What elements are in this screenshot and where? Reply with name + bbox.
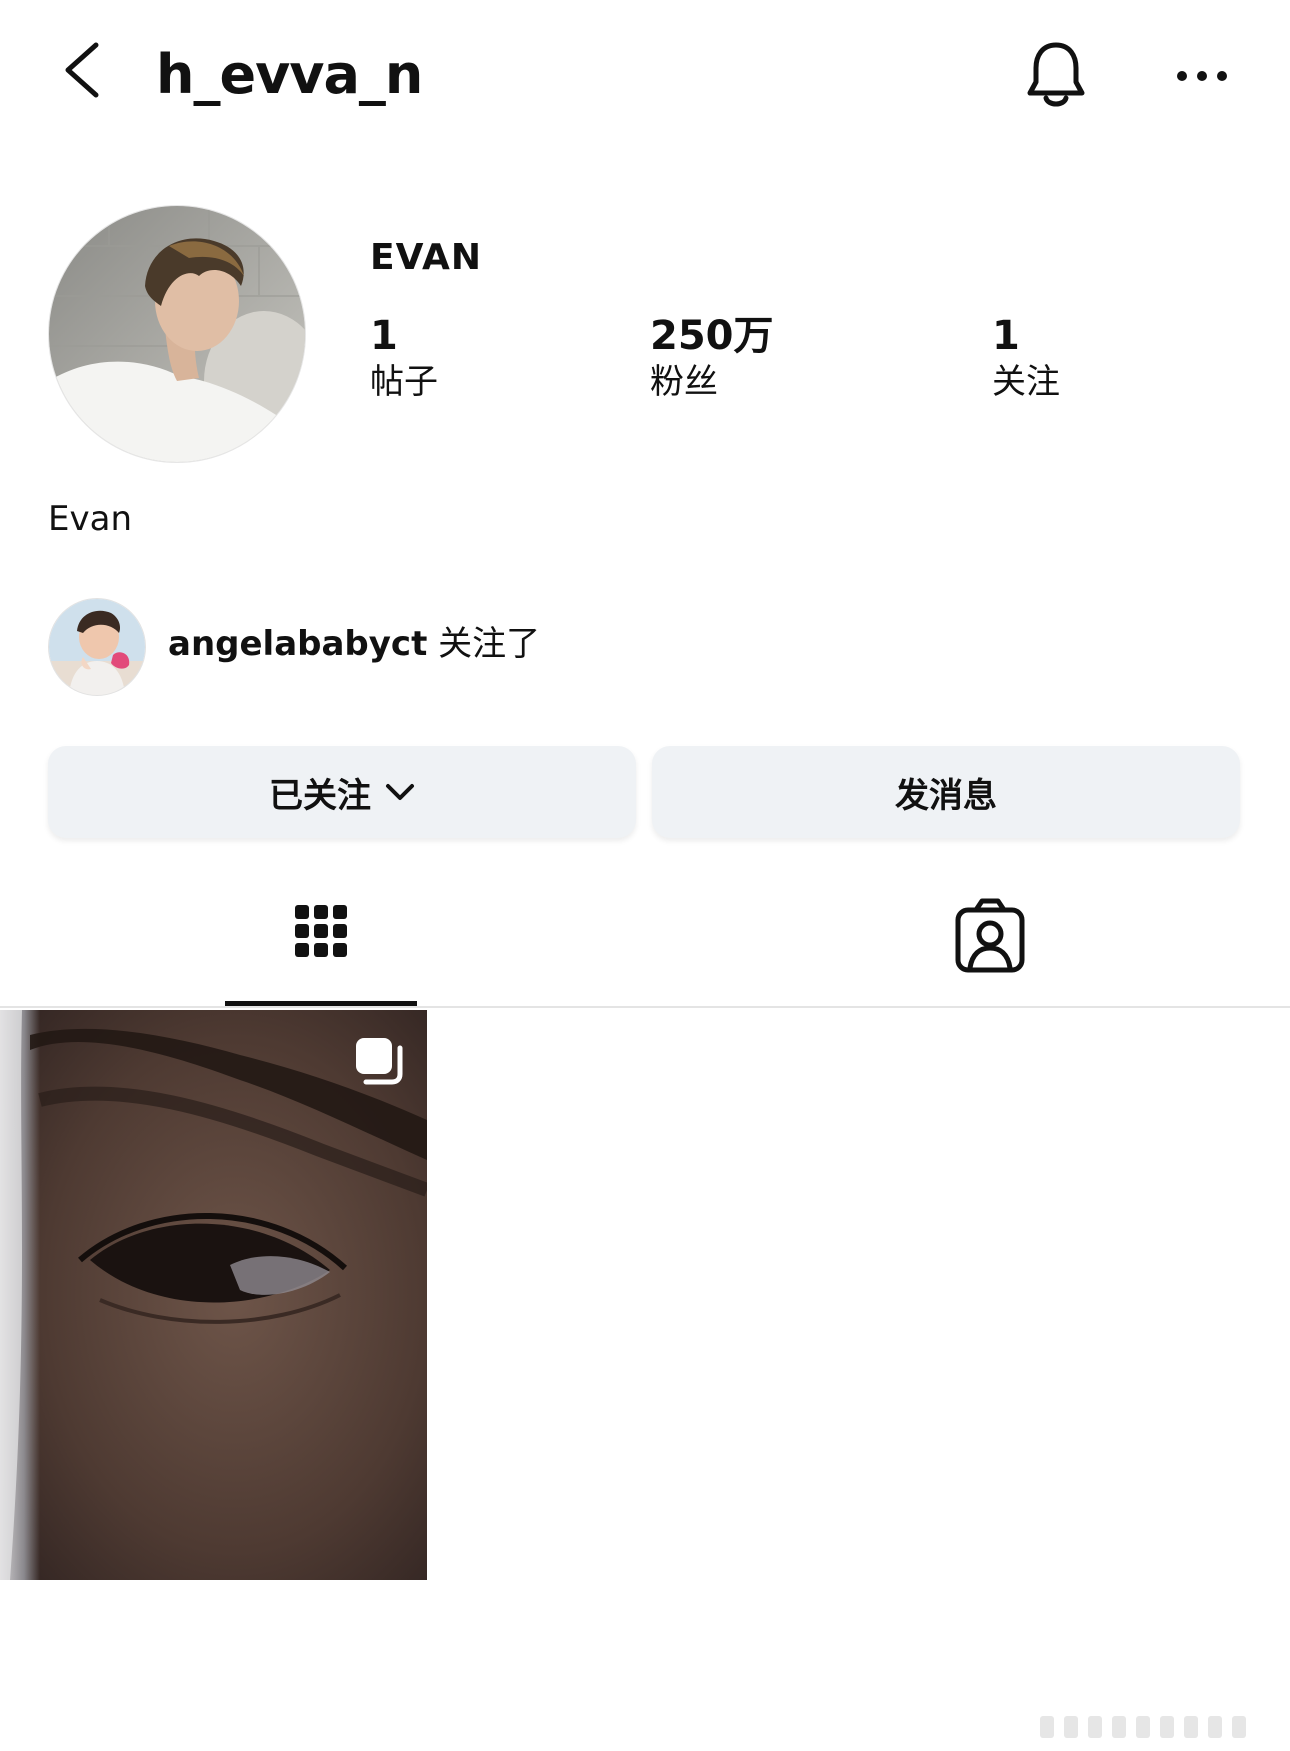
followed-by-avatar[interactable] xyxy=(48,598,146,696)
followers-stat[interactable]: 250万 粉丝 xyxy=(650,312,774,404)
tab-posts-grid[interactable] xyxy=(225,880,417,1008)
chevron-left-icon xyxy=(65,42,99,98)
more-horizontal-icon xyxy=(1177,71,1227,81)
post-thumbnail[interactable] xyxy=(0,1010,427,1580)
followed-by-suffix: 关注了 xyxy=(438,624,541,664)
following-button-label: 已关注 xyxy=(269,775,371,816)
followers-label: 粉丝 xyxy=(650,362,718,402)
bell-icon xyxy=(1027,42,1085,107)
posts-label: 帖子 xyxy=(370,362,438,402)
tab-tagged[interactable] xyxy=(896,880,1088,1008)
grid-icon xyxy=(295,905,347,957)
posts-stat[interactable]: 1 帖子 xyxy=(370,312,438,404)
display-name: EVAN xyxy=(370,237,482,278)
message-button[interactable]: 发消息 xyxy=(652,746,1240,838)
following-label: 关注 xyxy=(992,362,1060,402)
post-photo xyxy=(0,1010,427,1580)
watermark-bars xyxy=(1040,1712,1270,1742)
following-button[interactable]: 已关注 xyxy=(48,746,636,838)
following-count: 1 xyxy=(992,313,1020,359)
followed-by-text[interactable]: angelababyct 关注了 xyxy=(168,622,540,666)
profile-photo xyxy=(49,206,305,462)
more-options-button[interactable] xyxy=(1176,64,1228,88)
back-button[interactable] xyxy=(58,40,108,100)
tab-divider xyxy=(0,1006,1290,1008)
carousel-badge xyxy=(352,1034,406,1088)
tagged-person-icon xyxy=(955,898,1025,973)
posts-count: 1 xyxy=(370,313,398,359)
chevron-down-icon xyxy=(385,782,415,802)
followers-count: 250万 xyxy=(650,313,774,359)
followed-by-photo xyxy=(49,599,145,695)
notifications-button[interactable] xyxy=(1025,40,1087,112)
multiple-posts-icon xyxy=(356,1038,403,1085)
following-stat[interactable]: 1 关注 xyxy=(992,312,1060,404)
profile-avatar[interactable] xyxy=(48,205,306,463)
profile-username: h_evva_n xyxy=(156,43,423,106)
followed-by-username[interactable]: angelababyct xyxy=(168,624,427,664)
bio-name: Evan xyxy=(48,499,132,539)
message-button-label: 发消息 xyxy=(895,775,997,816)
